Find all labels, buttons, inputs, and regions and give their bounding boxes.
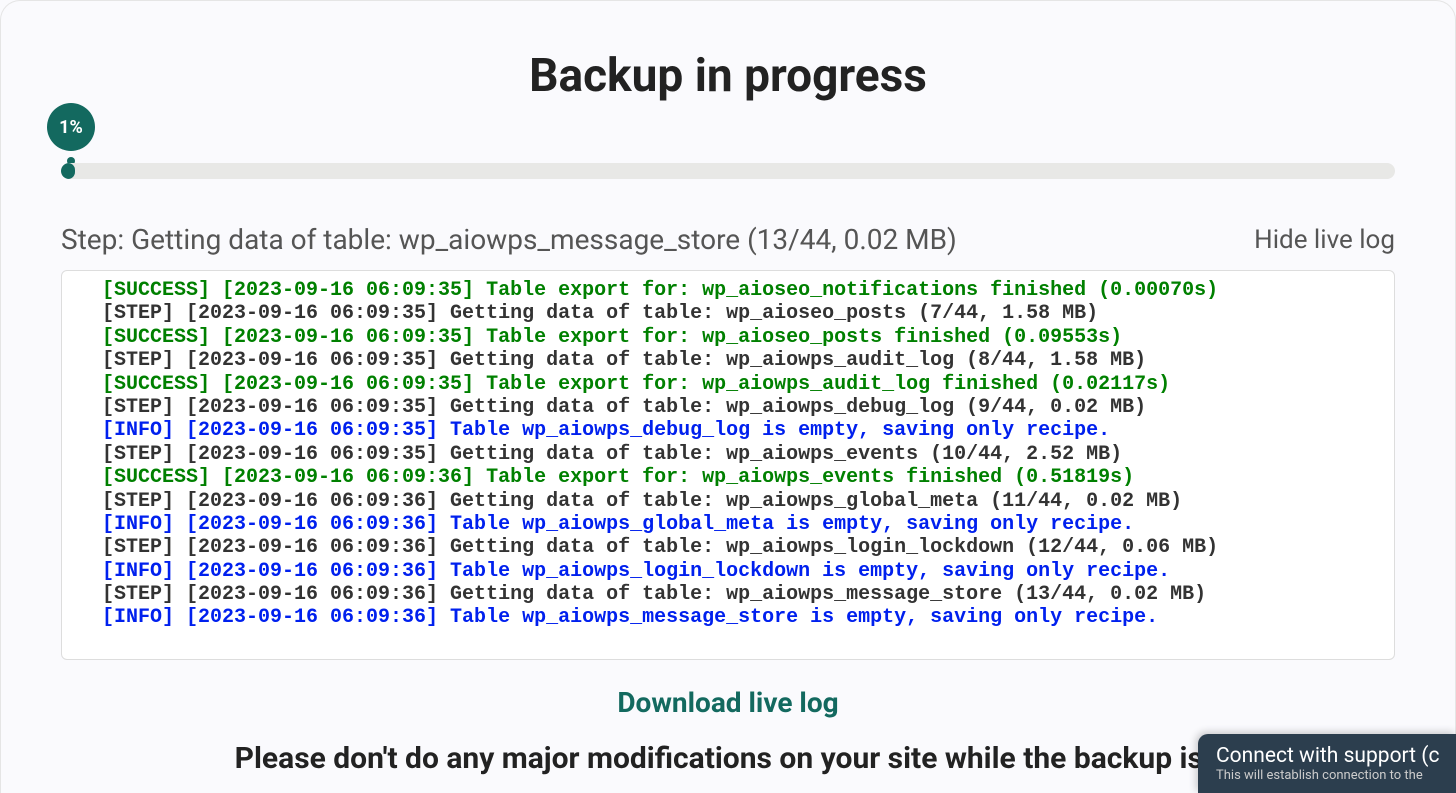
log-line: [STEP] [2023-09-16 06:09:35] Getting dat…	[102, 302, 1354, 325]
page-title: Backup in progress	[1, 1, 1455, 143]
live-log-panel[interactable]: [SUCCESS] [2023-09-16 06:09:35] Table ex…	[61, 270, 1395, 660]
log-line: [STEP] [2023-09-16 06:09:35] Getting dat…	[102, 443, 1354, 466]
log-line: [INFO] [2023-09-16 06:09:36] Table wp_ai…	[102, 606, 1354, 629]
hide-live-log-link[interactable]: Hide live log	[1254, 225, 1395, 255]
log-line: [INFO] [2023-09-16 06:09:36] Table wp_ai…	[102, 560, 1354, 583]
log-line: [SUCCESS] [2023-09-16 06:09:36] Table ex…	[102, 466, 1354, 489]
log-line: [STEP] [2023-09-16 06:09:35] Getting dat…	[102, 349, 1354, 372]
download-live-log-link[interactable]: Download live log	[1, 686, 1455, 719]
log-line: [STEP] [2023-09-16 06:09:36] Getting dat…	[102, 583, 1354, 606]
progress-percent-badge: 1%	[47, 103, 95, 151]
log-line: [SUCCESS] [2023-09-16 06:09:35] Table ex…	[102, 373, 1354, 396]
step-prefix: Step:	[61, 223, 131, 256]
current-step-label: Step: Getting data of table: wp_aiowps_m…	[61, 223, 957, 256]
step-row: Step: Getting data of table: wp_aiowps_m…	[1, 223, 1455, 256]
log-line: [STEP] [2023-09-16 06:09:36] Getting dat…	[102, 536, 1354, 559]
progress-section: 1%	[1, 163, 1455, 179]
support-popup-title: Connect with support (c	[1216, 744, 1438, 768]
progress-bar-track	[61, 163, 1395, 179]
log-line: [INFO] [2023-09-16 06:09:36] Table wp_ai…	[102, 513, 1354, 536]
step-description: Getting data of table: wp_aiowps_message…	[131, 223, 957, 256]
log-line: [SUCCESS] [2023-09-16 06:09:35] Table ex…	[102, 279, 1354, 302]
log-line: [STEP] [2023-09-16 06:09:35] Getting dat…	[102, 396, 1354, 419]
support-popup-subtitle: This will establish connection to the	[1216, 768, 1438, 783]
log-line: [INFO] [2023-09-16 06:09:35] Table wp_ai…	[102, 419, 1354, 442]
support-popup[interactable]: Connect with support (c This will establ…	[1198, 734, 1456, 793]
backup-modal: Backup in progress 1% Step: Getting data…	[0, 0, 1456, 793]
log-line: [STEP] [2023-09-16 06:09:36] Getting dat…	[102, 490, 1354, 513]
log-line: [SUCCESS] [2023-09-16 06:09:35] Table ex…	[102, 326, 1354, 349]
progress-bar-fill	[61, 163, 75, 179]
